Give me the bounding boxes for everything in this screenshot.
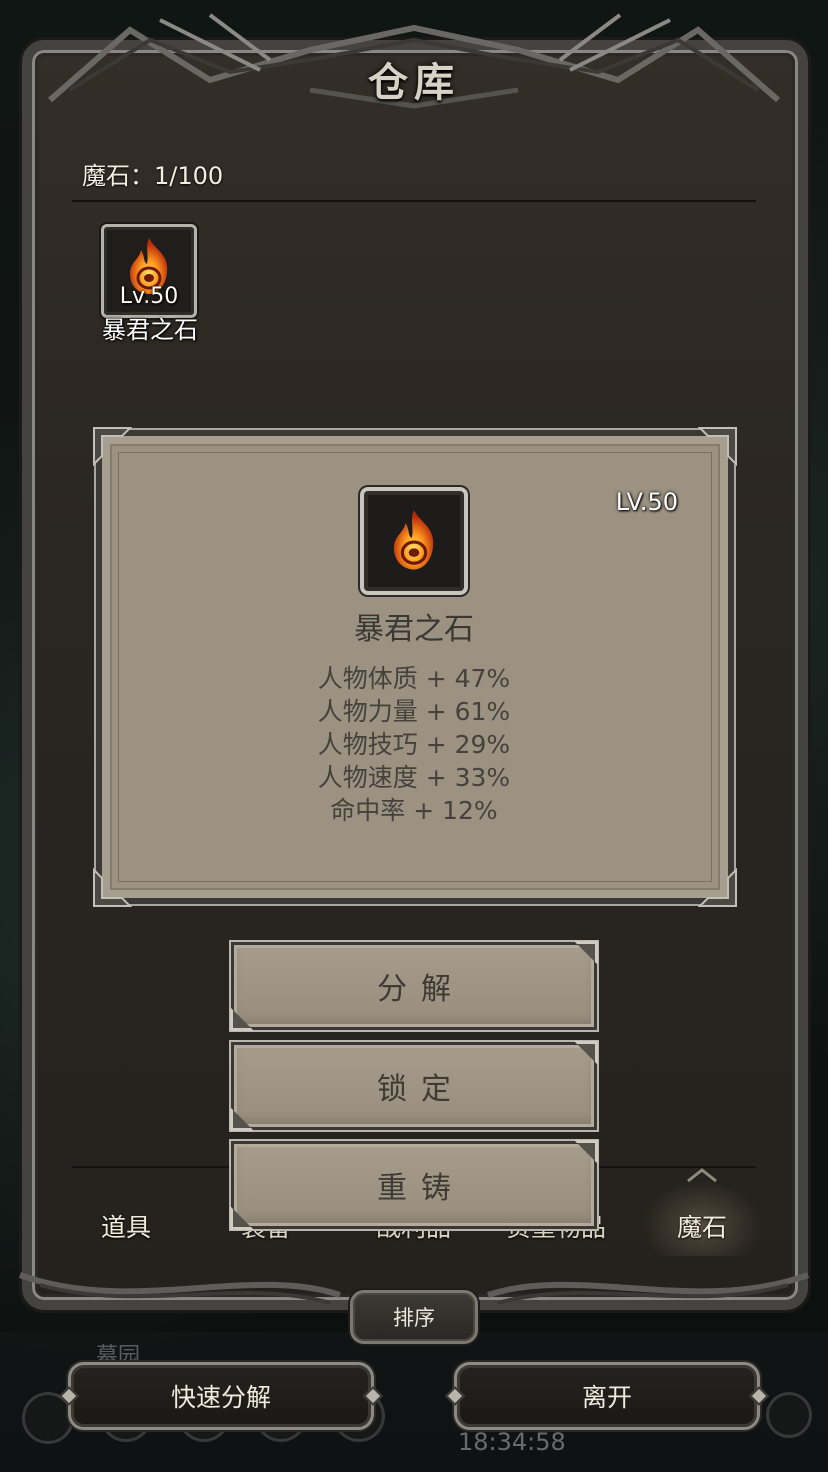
tab-magic-stones[interactable]: 魔石 (677, 1208, 727, 1244)
stat-line: 人物速度 + 33% (317, 763, 511, 792)
detail-stats: 人物体质 + 47% 人物力量 + 61% 人物技巧 + 29% 人物速度 + … (0, 662, 828, 827)
detail-item-icon-frame (360, 487, 468, 595)
card-corner-ornament (698, 868, 737, 907)
leave-label: 离开 (581, 1383, 632, 1412)
card-corner-ornament (698, 427, 737, 466)
flame-stone-icon (393, 510, 434, 570)
hud-clock: 18:34:58 (458, 1428, 566, 1456)
chevron-up-icon (687, 1168, 717, 1182)
slot-item-name: 暴君之石 (102, 316, 198, 344)
detail-item-name: 暴君之石 (354, 612, 474, 647)
tab-items[interactable]: 道具 (101, 1208, 151, 1244)
header-divider (72, 200, 756, 202)
window-title: 仓库 (368, 59, 460, 106)
detail-level: LV.50 (615, 488, 678, 516)
stat-line: 人物力量 + 61% (317, 697, 511, 726)
leave-button[interactable]: 离开 (445, 1362, 769, 1430)
quick-decompose-button[interactable]: 快速分解 (59, 1362, 383, 1430)
storage-count: 魔石：1/100 (82, 162, 224, 190)
stat-line: 人物技巧 + 29% (317, 730, 511, 759)
slot-level: Lv.50 (119, 284, 179, 309)
hud-plus-icon (766, 1392, 812, 1438)
inventory-slot[interactable]: Lv.50 (101, 224, 197, 318)
card-corner-ornament (93, 868, 132, 907)
stat-line: 命中率 + 12% (330, 796, 498, 825)
stat-line: 人物体质 + 47% (317, 664, 511, 693)
lock-button[interactable]: 锁定 (231, 1042, 597, 1130)
sort-button[interactable]: 排序 (350, 1290, 478, 1344)
quick-decompose-label: 快速分解 (170, 1383, 271, 1412)
card-corner-ornament (93, 427, 132, 466)
decompose-button[interactable]: 分解 (231, 942, 597, 1030)
reforge-button[interactable]: 重铸 (231, 1141, 597, 1229)
